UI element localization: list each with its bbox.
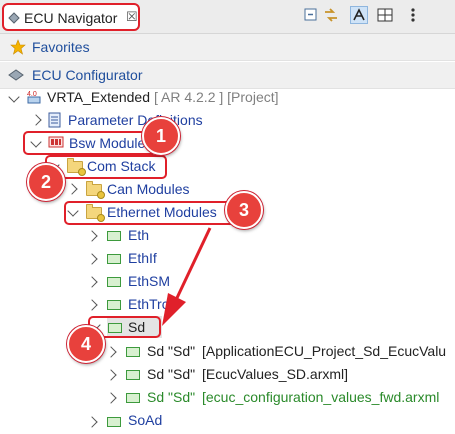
configurator-label: ECU Configurator	[32, 67, 143, 83]
container-icon	[126, 370, 140, 380]
favorites-label: Favorites	[32, 39, 90, 55]
expand-chevron-icon[interactable]	[8, 91, 20, 103]
container-icon	[126, 393, 140, 403]
project-meta: [ AR 4.2.2 ] [Project]	[154, 89, 279, 105]
step-badge-4: 4	[67, 325, 105, 363]
ecu-configurator-section[interactable]: ECU Configurator	[0, 62, 455, 89]
favorites-section[interactable]: Favorites	[0, 34, 455, 61]
definitions-icon	[48, 112, 61, 128]
soad-label: SoAd	[128, 412, 163, 428]
container-icon	[107, 254, 121, 264]
expand-chevron-icon[interactable]	[105, 369, 117, 381]
view-tab-bar: ECU Navigator ☒	[0, 0, 455, 34]
expand-chevron-icon[interactable]	[105, 346, 117, 358]
eth-label: Eth	[128, 227, 150, 243]
highlight-bsw-modules	[23, 131, 158, 155]
sd-child-name: Sd "Sd"	[147, 366, 196, 382]
expand-chevron-icon[interactable]	[105, 392, 117, 404]
parameter-definitions-label: Parameter Definitions	[68, 112, 203, 128]
step-badge-3: 3	[225, 191, 263, 229]
expand-chevron-icon[interactable]	[30, 114, 42, 126]
container-icon	[107, 417, 121, 427]
sd-child-detail: [ecuc_configuration_values_fwd.arxml	[202, 389, 440, 405]
ethtrcv-label: EthTrcv	[128, 296, 176, 312]
sd-child-name: Sd "Sd"	[147, 343, 196, 359]
expand-chevron-icon[interactable]	[86, 230, 98, 242]
view-menu-icon[interactable]	[404, 6, 422, 24]
tab-ecu-navigator[interactable]: ECU Navigator ☒	[2, 3, 140, 31]
sd-child-detail: [EcucValues_SD.arxml]	[202, 366, 349, 382]
project-name: VRTA_Extended	[47, 89, 150, 105]
container-icon	[126, 347, 140, 357]
star-icon	[10, 39, 26, 55]
ethsm-label: EthSM	[128, 273, 171, 289]
expand-chevron-icon[interactable]	[86, 253, 98, 265]
expand-chevron-icon[interactable]	[86, 416, 98, 428]
link-with-editor-icon[interactable]	[322, 6, 340, 24]
expand-chevron-icon[interactable]	[86, 299, 98, 311]
collapse-all-icon[interactable]	[302, 6, 320, 24]
expand-chevron-icon[interactable]	[86, 276, 98, 288]
step-badge-2: 2	[27, 163, 65, 201]
step-badge-1: 1	[142, 117, 180, 155]
ethif-label: EthIf	[128, 250, 157, 266]
project-icon: 4.0	[27, 91, 41, 104]
sd-child-name: Sd "Sd"	[147, 389, 196, 405]
sd-child-detail: [ApplicationECU_Project_Sd_EcucValu	[202, 343, 447, 359]
container-icon	[107, 300, 121, 310]
tab-title: ECU Navigator	[24, 10, 118, 26]
can-modules-label: Can Modules	[107, 181, 190, 197]
filter-icon[interactable]	[350, 6, 368, 24]
container-icon	[107, 231, 121, 241]
configurator-icon	[8, 69, 24, 81]
container-icon	[107, 277, 121, 287]
navigator-icon	[8, 12, 20, 24]
layout-icon[interactable]	[376, 6, 394, 24]
folder-icon	[86, 181, 105, 199]
highlight-ethernet-modules	[64, 201, 237, 225]
close-icon[interactable]: ☒	[126, 9, 138, 25]
expand-chevron-icon[interactable]	[66, 183, 78, 195]
